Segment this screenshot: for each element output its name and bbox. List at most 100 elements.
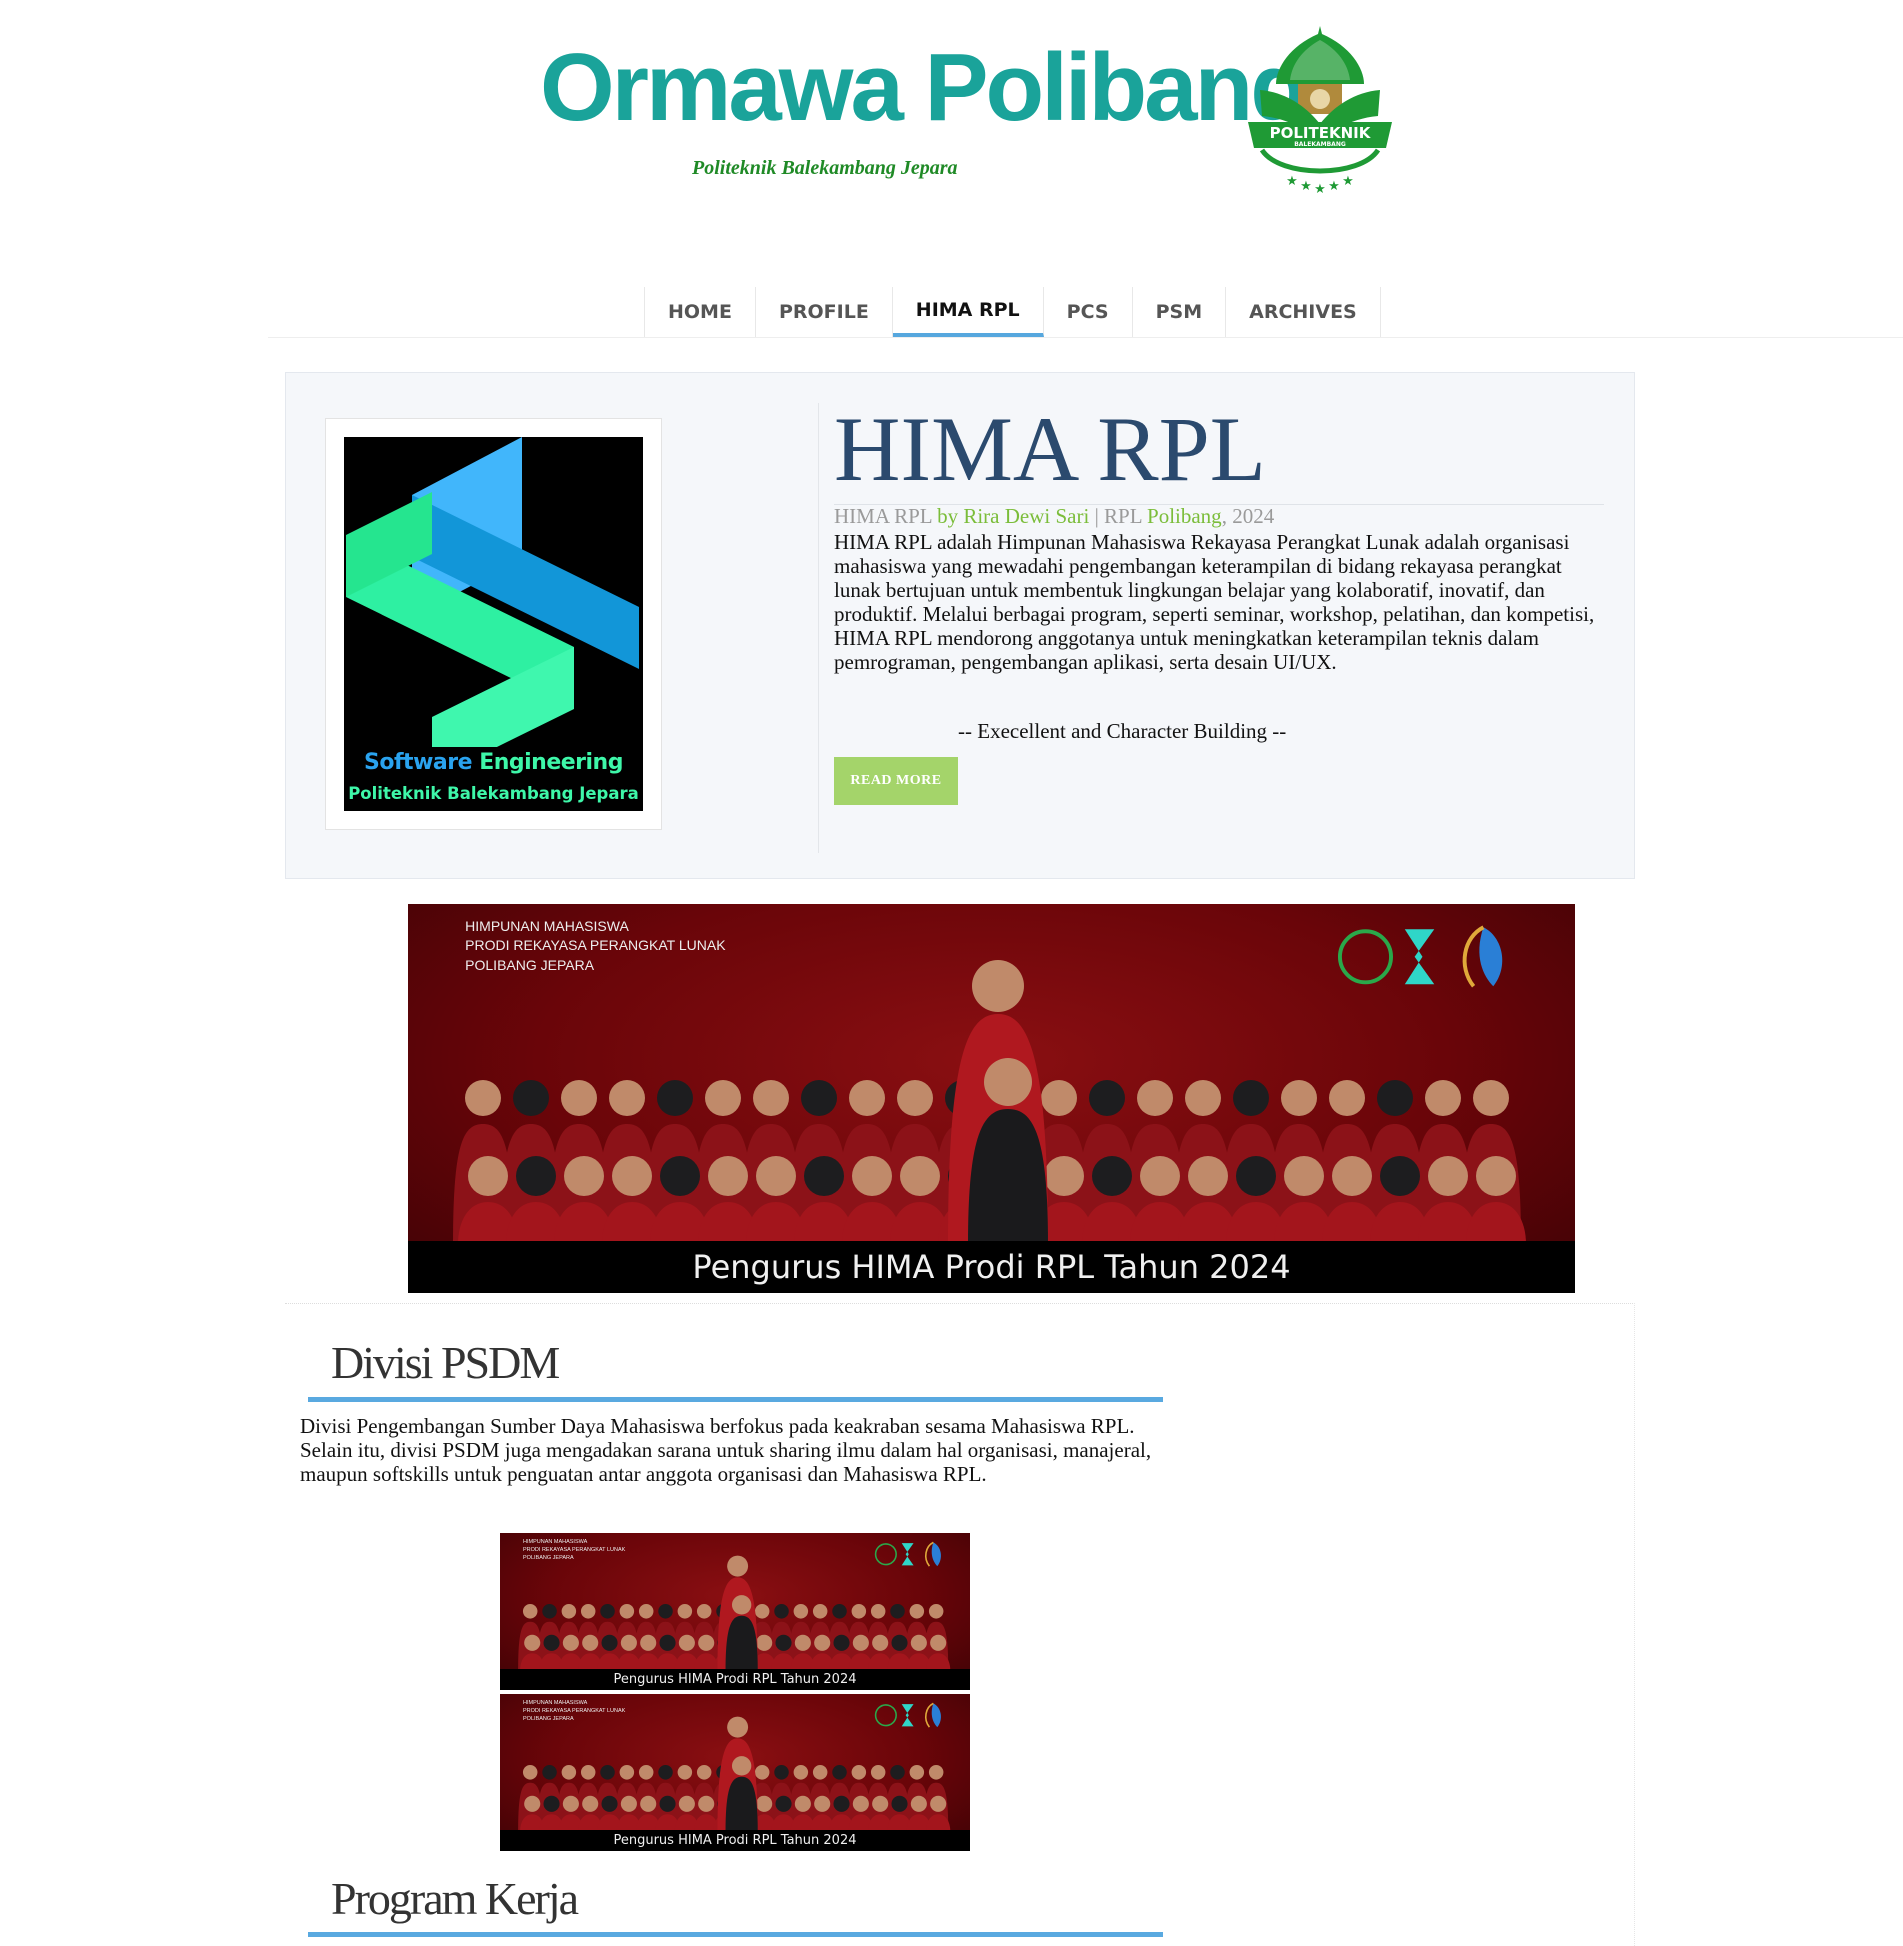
person-head <box>832 1604 847 1619</box>
content-top-rule <box>285 1303 1635 1304</box>
person-head <box>754 1604 770 1619</box>
person-head <box>1089 1080 1125 1116</box>
person-head <box>910 1634 927 1651</box>
person-head <box>1425 1080 1461 1116</box>
banner-org-line2: PRODI REKAYASA PERANGKAT LUNAK <box>523 1708 626 1715</box>
person-head <box>897 1080 933 1116</box>
meta-category[interactable]: HIMA RPL <box>834 504 932 528</box>
nav-pcs[interactable]: PCS <box>1044 287 1133 337</box>
person-head <box>657 1080 693 1116</box>
nav-home[interactable]: HOME <box>645 287 756 337</box>
svg-text:★: ★ <box>1342 174 1354 189</box>
person-head <box>1188 1156 1228 1196</box>
person-head <box>620 1634 637 1651</box>
person-head <box>731 1595 752 1615</box>
person-head <box>1281 1080 1317 1116</box>
meta-tag-rpl[interactable]: RPL <box>1104 504 1142 528</box>
meta-year: , 2024 <box>1221 504 1275 528</box>
person-head <box>731 1756 752 1776</box>
person-head <box>849 1080 885 1116</box>
person-head <box>1476 1156 1516 1196</box>
politeknik-logo[interactable]: POLITEKNIK BALEKAMBANG ★ ★ ★ ★ ★ <box>1240 20 1400 200</box>
nav-archives[interactable]: ARCHIVES <box>1226 287 1381 337</box>
svg-text:★: ★ <box>1300 179 1312 194</box>
nav-hima-rpl[interactable]: HIMA RPL <box>892 287 1044 337</box>
person-head <box>580 1765 596 1780</box>
person-head <box>1377 1080 1413 1116</box>
site-title[interactable]: Ormawa Polibang <box>540 40 1309 136</box>
person-head <box>513 1080 549 1116</box>
person-head <box>1428 1156 1468 1196</box>
s-shape-icon <box>346 437 639 779</box>
person-head <box>774 1604 789 1619</box>
person-head <box>891 1795 908 1812</box>
person-head <box>756 1795 773 1812</box>
person-head <box>872 1795 889 1812</box>
featured-thumbnail[interactable]: Software Engineering Politeknik Balekamb… <box>325 418 662 830</box>
banner-org-line3: POLIBANG JEPARA <box>523 1555 574 1562</box>
person-head <box>928 1604 944 1619</box>
pengurus-banner-thumb-1[interactable]: HIMPUNAN MAHASISWA PRODI REKAYASA PERANG… <box>500 1533 970 1690</box>
thumb-title-engineering: Engineering <box>479 750 623 775</box>
person-head <box>1044 1156 1084 1196</box>
nav-profile[interactable]: PROFILE <box>756 287 893 337</box>
people-silhouettes <box>453 960 1526 1244</box>
meta-tag-polibang[interactable]: Polibang <box>1147 504 1222 528</box>
person-head <box>972 960 1024 1012</box>
person-head <box>814 1795 831 1812</box>
person-head <box>900 1156 940 1196</box>
read-more-button[interactable]: READ MORE <box>834 757 958 805</box>
banner-org-line3: POLIBANG JEPARA <box>465 956 595 973</box>
person-head <box>522 1604 538 1619</box>
person-head <box>561 1080 597 1116</box>
nav-psm[interactable]: PSM <box>1133 287 1227 337</box>
thumb-title: Software Engineering <box>344 750 643 775</box>
person-head <box>601 1795 618 1812</box>
person-head <box>677 1604 693 1619</box>
divisi-psdm-description: Divisi Pengembangan Sumber Daya Mahasisw… <box>300 1414 1152 1486</box>
person-head <box>696 1604 712 1619</box>
person-head <box>804 1156 844 1196</box>
featured-post: Software Engineering Politeknik Balekamb… <box>285 372 1635 879</box>
politeknik-badge-icon <box>874 1543 897 1566</box>
person-head <box>1284 1156 1324 1196</box>
person-head <box>705 1080 741 1116</box>
person-head <box>756 1156 796 1196</box>
person-head <box>812 1765 828 1780</box>
feature-divider <box>818 403 819 853</box>
person-head <box>890 1765 905 1780</box>
person-head <box>870 1604 886 1619</box>
pengurus-banner-thumb-2[interactable]: HIMPUNAN MAHASISWA PRODI REKAYASA PERANG… <box>500 1694 970 1851</box>
person-head <box>561 1765 577 1780</box>
person-head <box>851 1765 867 1780</box>
person-head <box>543 1634 560 1651</box>
person-head <box>851 1604 867 1619</box>
svg-text:★: ★ <box>1328 179 1340 194</box>
meta-author[interactable]: Rira Dewi Sari <box>963 504 1089 528</box>
person-head <box>928 1765 944 1780</box>
person-head <box>522 1765 538 1780</box>
cakrawala-icon <box>931 1703 941 1728</box>
banner-org-text: HIMPUNAN MAHASISWA PRODI REKAYASA PERANG… <box>523 1699 625 1723</box>
person-head <box>909 1604 925 1619</box>
person-head <box>582 1795 599 1812</box>
heading-divisi-psdm: Divisi PSDM <box>331 1337 560 1388</box>
banner-org-line1: HIMPUNAN MAHASISWA <box>523 1539 588 1546</box>
person-head <box>678 1795 695 1812</box>
person-head <box>468 1156 508 1196</box>
person-head <box>793 1765 809 1780</box>
svg-text:★: ★ <box>1314 182 1326 197</box>
banner-org-line2: PRODI REKAYASA PERANGKAT LUNAK <box>523 1547 626 1554</box>
pengurus-banner[interactable]: HIMPUNAN MAHASISWA PRODI REKAYASA PERANG… <box>408 904 1575 1293</box>
person-head <box>562 1634 579 1651</box>
person-head <box>516 1156 556 1196</box>
person-head <box>582 1634 599 1651</box>
person-head <box>580 1604 596 1619</box>
banner-org-line1: HIMPUNAN MAHASISWA <box>465 917 629 934</box>
thumb-title-software: Software <box>364 750 473 775</box>
person-head <box>601 1634 618 1651</box>
person-head <box>698 1634 715 1651</box>
person-head <box>930 1634 947 1651</box>
post-title[interactable]: HIMA RPL <box>834 403 1266 495</box>
software-engineering-icon <box>901 1543 914 1566</box>
